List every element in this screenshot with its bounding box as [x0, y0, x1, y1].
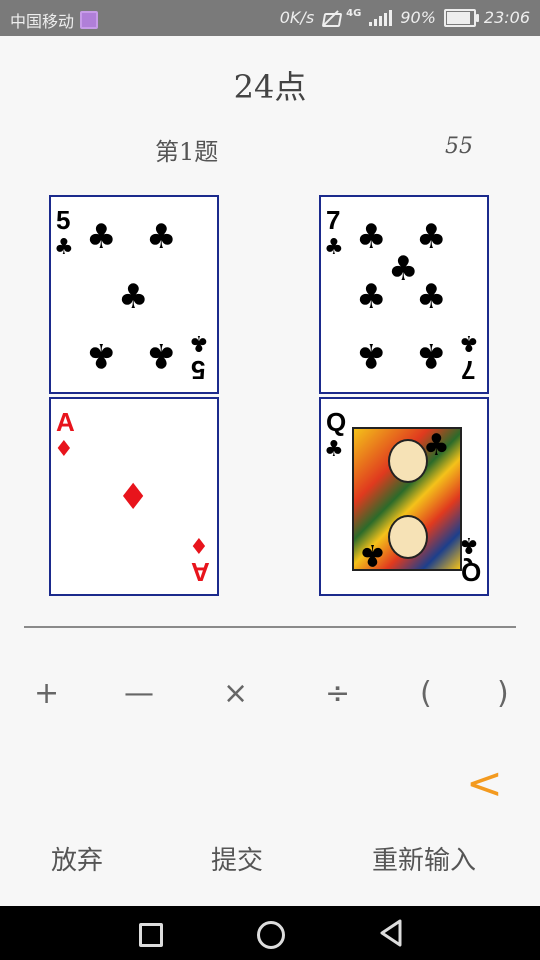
card-five-of-clubs[interactable]: 5 ♣ 5 ♣ ♣ ♣ ♣ ♣ ♣ — [49, 195, 219, 394]
card-rank: 7 — [461, 355, 476, 385]
submit-button[interactable]: 提交 — [211, 840, 263, 877]
question-number: 第1题 — [155, 138, 219, 166]
recent-apps-icon[interactable] — [139, 923, 163, 947]
card-corner-suit-icon: ♣ — [459, 330, 479, 355]
card-suit-pip-icon: ♣ — [416, 335, 447, 375]
give-up-button[interactable]: 放弃 — [51, 840, 103, 877]
mute-icon — [322, 10, 338, 26]
card-suit-pip-icon: ♣ — [356, 277, 387, 317]
card-suit-pip-icon: ♣ — [356, 217, 387, 257]
backspace-button[interactable]: < — [466, 758, 503, 809]
carrier-label: 中国移动 — [10, 12, 75, 31]
card-corner-suit-icon: ♣ — [189, 330, 209, 355]
home-icon[interactable] — [257, 921, 285, 949]
card-suit-pip-icon: ♣ — [86, 217, 117, 257]
card-rank: Q — [461, 557, 482, 587]
divider — [24, 626, 516, 628]
navigation-bar — [0, 906, 540, 960]
card-suit-pip-icon: ♣ — [356, 335, 387, 375]
close-paren-button[interactable]: ) — [497, 676, 509, 711]
card-suit-pip-icon: ♣ — [416, 277, 447, 317]
card-corner-suit-icon: ♣ — [324, 437, 344, 462]
card-rank: 7 — [326, 205, 341, 235]
card-corner-suit-icon: ♣ — [54, 235, 74, 260]
card-corner-suit-icon: ♣ — [324, 235, 344, 260]
divide-button[interactable]: ÷ — [325, 676, 350, 711]
card-rank: 5 — [191, 355, 206, 385]
card-rank: A — [56, 407, 75, 437]
plus-button[interactable]: + — [34, 676, 59, 711]
clock: 23:06 — [483, 8, 530, 27]
net-speed: 0K/s — [279, 8, 315, 27]
open-paren-button[interactable]: ( — [420, 676, 432, 711]
card-suit-pip-icon: ♣ — [359, 537, 386, 572]
card-corner-suit-icon: ♦ — [54, 437, 74, 462]
battery-percent: 90% — [400, 8, 436, 27]
card-rank: A — [191, 557, 210, 587]
card-seven-of-clubs[interactable]: 7 ♣ 7 ♣ ♣ ♣ ♣ ♣ ♣ ♣ ♣ — [319, 195, 489, 394]
page-title: 24点 — [233, 68, 307, 106]
card-ace-of-diamonds[interactable]: A ♦ A ♦ ♦ — [49, 397, 219, 596]
signal-icon — [369, 9, 393, 26]
card-suit-pip-icon: ♣ — [146, 217, 177, 257]
card-suit-pip-icon: ♣ — [146, 335, 177, 375]
status-bar: 中国移动 0K/s 4G 90% 23:06 — [0, 0, 540, 36]
card-rank: 5 — [56, 205, 71, 235]
battery-fill — [446, 11, 471, 24]
card-corner-suit-icon: ♦ — [189, 532, 209, 557]
card-suit-pip-icon: ♣ — [86, 335, 117, 375]
card-queen-of-clubs[interactable]: Q ♣ Q ♣ ♣ ♣ — [319, 397, 489, 596]
card-suit-pip-icon: ♣ — [118, 277, 149, 317]
card-suit-pip-icon: ♦ — [117, 477, 150, 518]
card-suit-pip-icon: ♣ — [416, 217, 447, 257]
gallery-icon — [80, 11, 99, 29]
minus-button[interactable]: — — [124, 676, 154, 711]
back-icon[interactable] — [378, 919, 404, 947]
network-type: 4G — [346, 8, 362, 19]
card-suit-pip-icon: ♣ — [423, 428, 450, 463]
multiply-button[interactable]: × — [223, 676, 248, 711]
card-suit-pip-icon: ♣ — [388, 249, 419, 289]
card-rank: Q — [326, 407, 347, 437]
score: 55 — [445, 134, 473, 159]
reenter-button[interactable]: 重新输入 — [372, 840, 476, 877]
battery-icon — [443, 8, 479, 27]
